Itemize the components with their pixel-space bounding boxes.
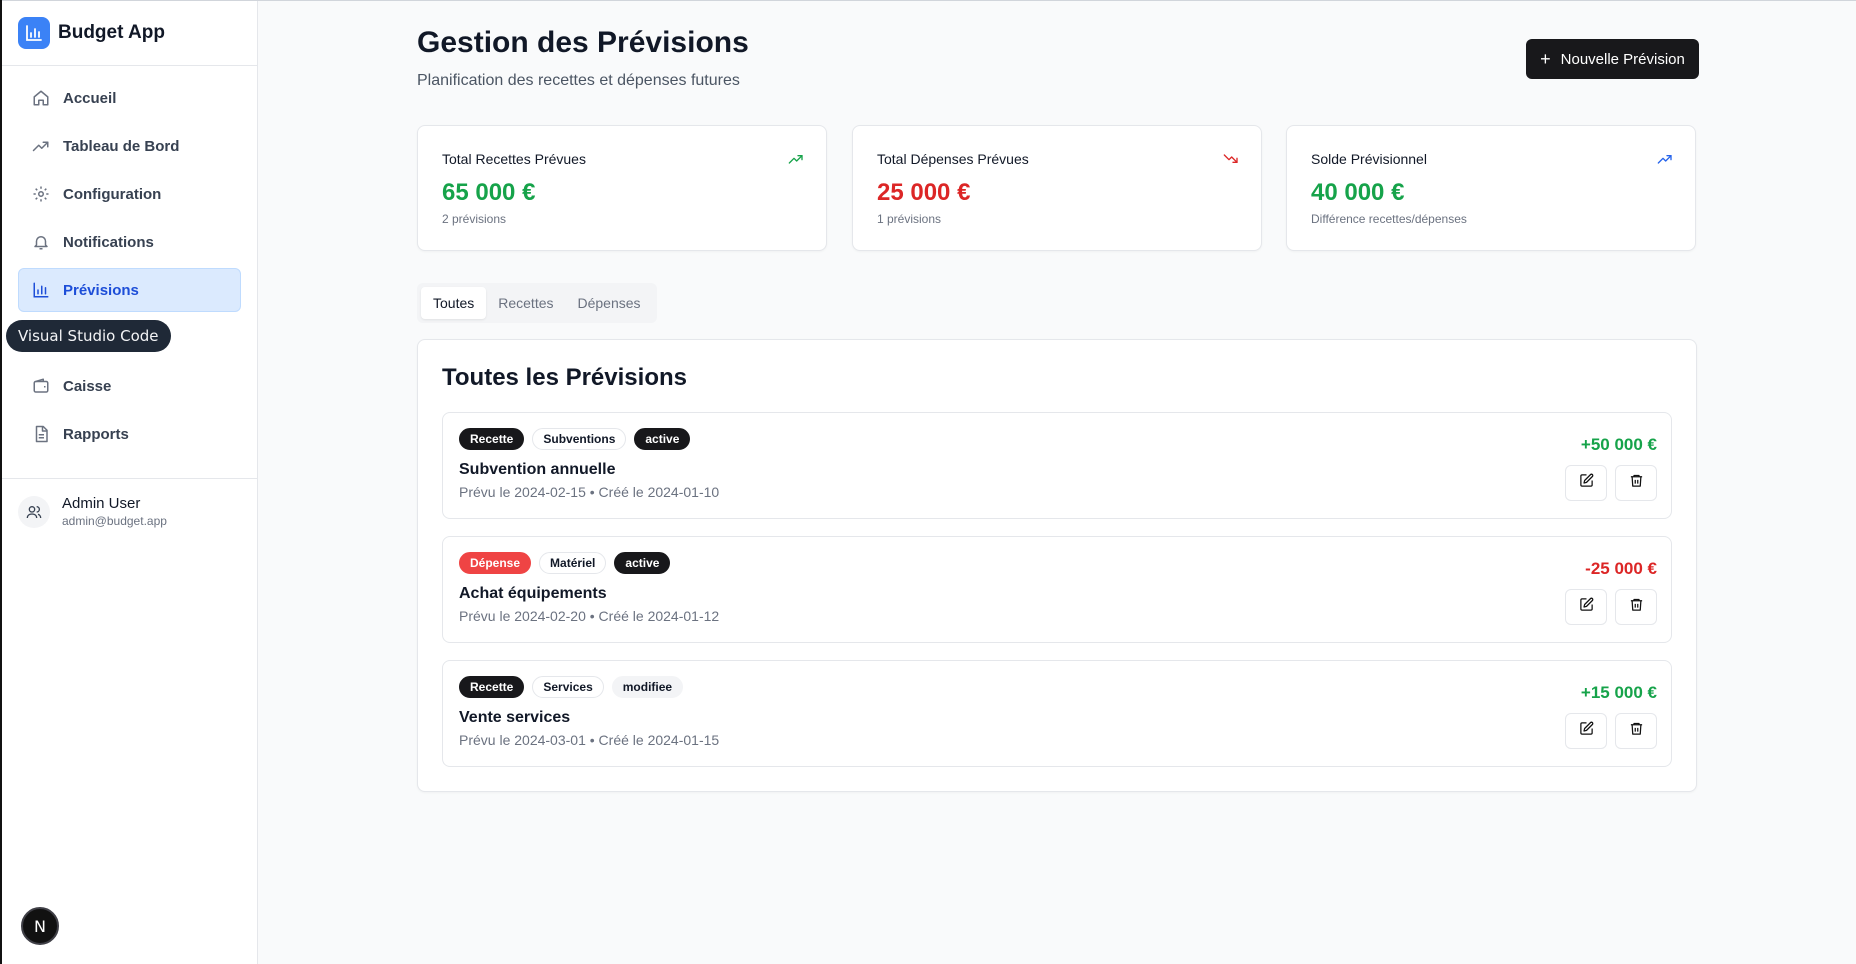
delete-button[interactable] bbox=[1615, 465, 1657, 501]
tooltip: Visual Studio Code bbox=[6, 320, 171, 352]
sidebar-item-caisse[interactable]: Caisse bbox=[18, 364, 241, 408]
page-subtitle: Planification des recettes et dépenses f… bbox=[417, 72, 740, 89]
category-badge: Services bbox=[532, 676, 604, 698]
bar-chart-icon bbox=[31, 280, 51, 300]
item-dates: Prévu le 2024-02-20 • Créé le 2024-01-12 bbox=[459, 608, 720, 624]
sidebar-item-tableau-de-bord[interactable]: Tableau de Bord bbox=[18, 124, 241, 168]
sidebar-item-label: Configuration bbox=[63, 185, 162, 203]
page-title: Gestion des Prévisions bbox=[417, 26, 749, 59]
trending-up-icon bbox=[31, 136, 51, 156]
sidebar-item-notifications[interactable]: Notifications bbox=[18, 220, 241, 264]
edit-button[interactable] bbox=[1565, 589, 1607, 625]
document-icon bbox=[31, 424, 51, 444]
sidebar-nav: Accueil Tableau de Bord Configuration No… bbox=[2, 66, 257, 456]
window-top-border bbox=[0, 0, 1856, 1]
item-title: Achat équipements bbox=[459, 585, 607, 602]
new-prevision-button[interactable]: + Nouvelle Prévision bbox=[1526, 39, 1699, 79]
edit-button[interactable] bbox=[1565, 465, 1607, 501]
previsions-panel: Toutes les Prévisions Recette Subvention… bbox=[417, 339, 1697, 792]
stat-card-solde: Solde Prévisionnel 40 000 € Différence r… bbox=[1286, 125, 1696, 251]
trash-icon bbox=[1629, 473, 1644, 493]
sidebar-item-label: Accueil bbox=[63, 89, 117, 107]
sidebar-item-previsions[interactable]: Prévisions bbox=[18, 268, 241, 312]
category-badge: Subventions bbox=[532, 428, 627, 450]
list-item: Recette Subventions active Subvention an… bbox=[442, 412, 1672, 519]
stat-label: Total Recettes Prévues bbox=[442, 151, 586, 167]
list-item: Recette Services modifiee Vente services… bbox=[442, 660, 1672, 767]
sidebar-item-label: Rapports bbox=[63, 425, 129, 443]
plus-icon: + bbox=[1540, 49, 1551, 69]
category-badge: Matériel bbox=[539, 552, 607, 574]
tab-depenses[interactable]: Dépenses bbox=[566, 287, 653, 319]
type-badge: Dépense bbox=[459, 552, 532, 574]
sidebar-item-rapports[interactable]: Rapports bbox=[18, 412, 241, 456]
user-email: admin@budget.app bbox=[62, 514, 167, 528]
delete-button[interactable] bbox=[1615, 589, 1657, 625]
trash-icon bbox=[1629, 597, 1644, 617]
stat-subtext: 1 prévisions bbox=[877, 212, 942, 226]
user-profile[interactable]: Admin User admin@budget.app bbox=[2, 479, 257, 544]
status-badge: modifiee bbox=[611, 676, 684, 698]
trash-icon bbox=[1629, 721, 1644, 741]
sidebar-item-accueil[interactable]: Accueil bbox=[18, 76, 241, 120]
panel-title: Toutes les Prévisions bbox=[442, 364, 687, 391]
sidebar: Budget App Accueil Tableau de Bord Confi… bbox=[2, 1, 258, 964]
users-icon bbox=[18, 495, 50, 528]
brand[interactable]: Budget App bbox=[2, 1, 257, 66]
item-amount: +15 000 € bbox=[1580, 683, 1657, 702]
stat-label: Solde Prévisionnel bbox=[1311, 151, 1427, 167]
edit-icon bbox=[1579, 721, 1594, 741]
stat-value: 25 000 € bbox=[877, 179, 971, 206]
stat-card-depenses: Total Dépenses Prévues 25 000 € 1 prévis… bbox=[852, 125, 1262, 251]
stat-subtext: Différence recettes/dépenses bbox=[1311, 212, 1467, 226]
stat-value: 65 000 € bbox=[442, 179, 536, 206]
sidebar-item-label: Caisse bbox=[63, 377, 112, 395]
list-item: Dépense Matériel active Achat équipement… bbox=[442, 536, 1672, 643]
sidebar-item-configuration[interactable]: Configuration bbox=[18, 172, 241, 216]
app-logo-icon bbox=[18, 17, 50, 49]
item-amount: +50 000 € bbox=[1580, 435, 1657, 454]
item-dates: Prévu le 2024-02-15 • Créé le 2024-01-10 bbox=[459, 484, 720, 500]
status-badge: active bbox=[614, 552, 671, 574]
stat-label: Total Dépenses Prévues bbox=[877, 151, 1029, 167]
trending-up-icon bbox=[788, 152, 804, 170]
edit-icon bbox=[1579, 473, 1594, 493]
filter-tabs: Toutes Recettes Dépenses bbox=[417, 283, 657, 323]
home-icon bbox=[31, 88, 51, 108]
new-prevision-label: Nouvelle Prévision bbox=[1560, 50, 1685, 68]
tab-recettes[interactable]: Recettes bbox=[486, 287, 565, 319]
tab-toutes[interactable]: Toutes bbox=[421, 287, 487, 319]
item-dates: Prévu le 2024-03-01 • Créé le 2024-01-15 bbox=[459, 732, 720, 748]
user-name: Admin User bbox=[62, 495, 141, 512]
delete-button[interactable] bbox=[1615, 713, 1657, 749]
stat-subtext: 2 prévisions bbox=[442, 212, 507, 226]
item-title: Vente services bbox=[459, 709, 571, 726]
status-badge: active bbox=[634, 428, 691, 450]
type-badge: Recette bbox=[459, 676, 525, 698]
stat-value: 40 000 € bbox=[1311, 179, 1405, 206]
trending-down-icon bbox=[1223, 152, 1239, 170]
edit-icon bbox=[1579, 597, 1594, 617]
edit-button[interactable] bbox=[1565, 713, 1607, 749]
bell-icon bbox=[31, 232, 51, 252]
item-amount: -25 000 € bbox=[1585, 559, 1657, 578]
sidebar-item-label: Tableau de Bord bbox=[63, 137, 180, 155]
sidebar-item-label: Notifications bbox=[63, 233, 154, 251]
next-dev-indicator-button[interactable]: N bbox=[21, 907, 59, 945]
gear-icon bbox=[31, 184, 51, 204]
trending-up-icon bbox=[1657, 152, 1673, 170]
wallet-icon bbox=[31, 376, 51, 396]
stat-card-recettes: Total Recettes Prévues 65 000 € 2 prévis… bbox=[417, 125, 827, 251]
sidebar-item-label: Prévisions bbox=[63, 281, 139, 299]
stats-row: Total Recettes Prévues 65 000 € 2 prévis… bbox=[417, 125, 1697, 251]
app-name: Budget App bbox=[58, 22, 165, 43]
item-title: Subvention annuelle bbox=[459, 461, 616, 478]
type-badge: Recette bbox=[459, 428, 525, 450]
